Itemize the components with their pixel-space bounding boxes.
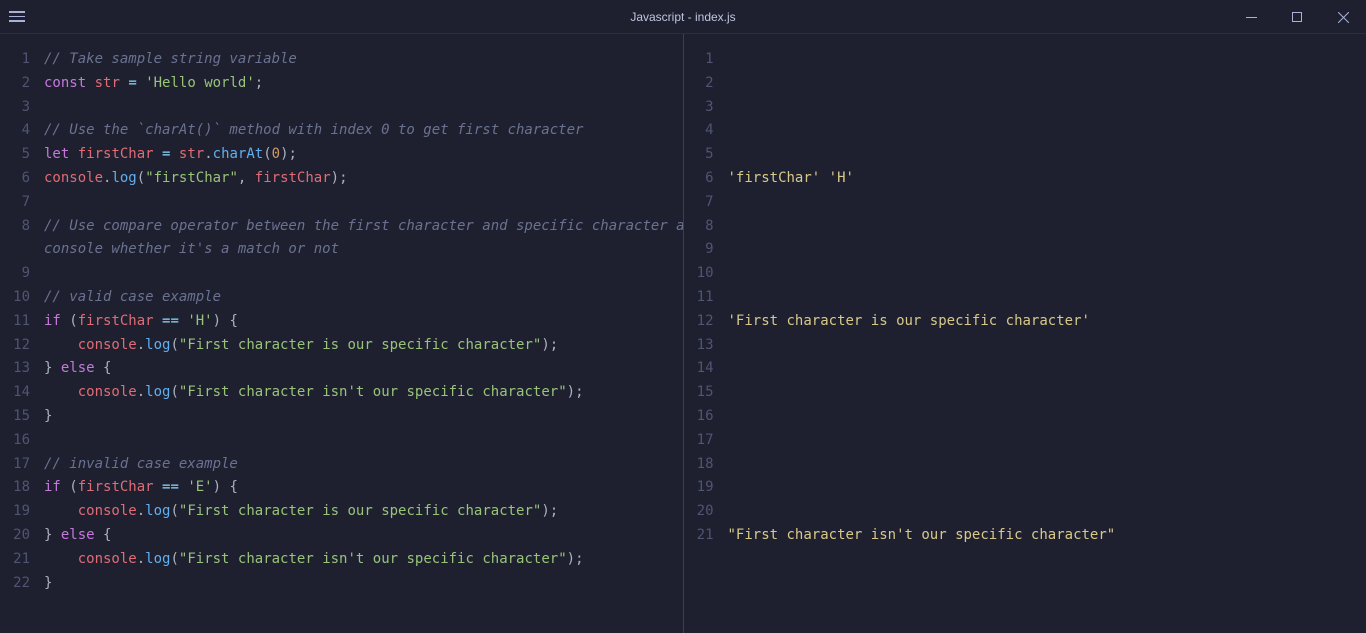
- line-gutter-left: 12345678910111213141516171819202122: [0, 34, 44, 633]
- window-title: Javascript - index.js: [630, 10, 735, 24]
- close-button[interactable]: [1320, 0, 1366, 34]
- output-pane[interactable]: 123456789101112131415161718192021 'first…: [684, 34, 1366, 633]
- menu-icon[interactable]: [0, 0, 34, 34]
- editor-area: 12345678910111213141516171819202122 // T…: [0, 34, 1366, 633]
- minimize-button[interactable]: [1228, 0, 1274, 34]
- line-gutter-right: 123456789101112131415161718192021: [684, 34, 728, 633]
- code-content-left[interactable]: // Take sample string variableconst str …: [44, 34, 683, 633]
- titlebar: Javascript - index.js: [0, 0, 1366, 34]
- code-content-right[interactable]: 'firstChar' 'H''First character is our s…: [728, 34, 1366, 633]
- maximize-button[interactable]: [1274, 0, 1320, 34]
- code-pane[interactable]: 12345678910111213141516171819202122 // T…: [0, 34, 684, 633]
- window-controls: [1228, 0, 1366, 34]
